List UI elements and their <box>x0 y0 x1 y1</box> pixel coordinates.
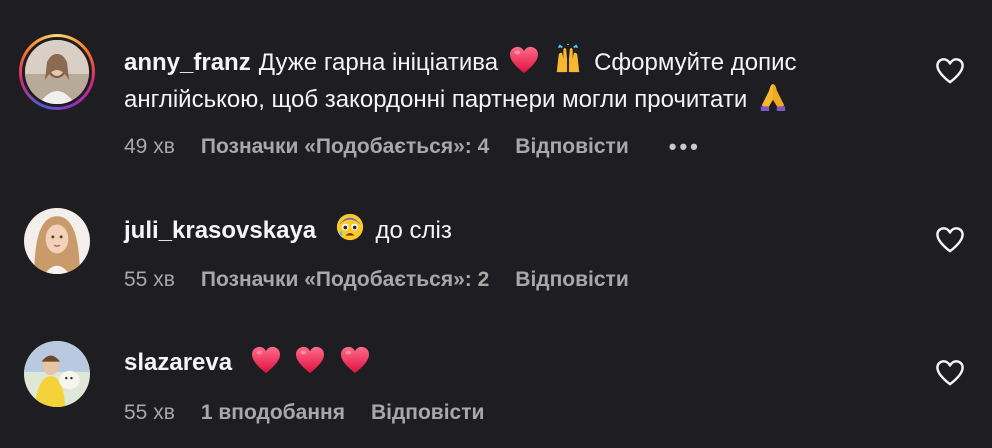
username[interactable]: anny_franz <box>124 49 251 76</box>
comment-meta: 55 хв 1 вподобання Відповісти <box>124 398 524 428</box>
raising-hands-emoji-icon <box>557 44 580 73</box>
username[interactable]: juli_krasovskaya <box>124 217 316 244</box>
likes-count-button[interactable]: 1 вподобання <box>201 398 345 428</box>
red-heart-emoji-icon <box>340 346 370 374</box>
comment-text: juli_krasovskaya до сліз <box>124 212 904 249</box>
like-heart-icon[interactable] <box>935 226 965 254</box>
likes-count-button[interactable]: Позначки «Подобається»: 2 <box>201 265 489 295</box>
avatar-photo <box>25 40 89 104</box>
like-heart-icon[interactable] <box>935 57 965 85</box>
anxious-sweat-face-emoji-icon <box>336 213 363 241</box>
avatar[interactable] <box>24 341 90 407</box>
comment-meta: 49 хв Позначки «Подобається»: 4 Відповіс… <box>124 132 701 162</box>
red-heart-emoji-icon <box>251 346 281 374</box>
comment-text: anny_franz Дуже гарна ініціатива Сформуйт… <box>124 44 904 118</box>
likes-count-button[interactable]: Позначки «Подобається»: 4 <box>201 132 489 162</box>
reply-button[interactable]: Відповісти <box>515 265 628 295</box>
reply-button[interactable]: Відповісти <box>515 132 628 162</box>
avatar[interactable] <box>24 208 90 274</box>
avatar[interactable] <box>19 34 95 110</box>
red-heart-emoji-icon <box>509 46 539 74</box>
avatar-photo <box>24 208 90 274</box>
timestamp[interactable]: 55 хв <box>124 398 175 428</box>
username[interactable]: slazareva <box>124 349 232 376</box>
timestamp[interactable]: 55 хв <box>124 265 175 295</box>
like-heart-icon[interactable] <box>935 359 965 387</box>
comment-meta: 55 хв Позначки «Подобається»: 2 Відповіс… <box>124 265 669 295</box>
red-heart-emoji-icon <box>295 346 325 374</box>
reply-button[interactable]: Відповісти <box>371 398 484 428</box>
comment-text: slazareva <box>124 345 904 381</box>
avatar-photo <box>24 341 90 407</box>
comment-text-part: Дуже гарна ініціатива <box>258 49 499 76</box>
more-options-icon[interactable]: ••• <box>669 132 701 162</box>
comment-text-part: до сліз <box>375 217 452 244</box>
folded-hands-emoji-icon <box>760 83 786 111</box>
timestamp[interactable]: 49 хв <box>124 132 175 162</box>
